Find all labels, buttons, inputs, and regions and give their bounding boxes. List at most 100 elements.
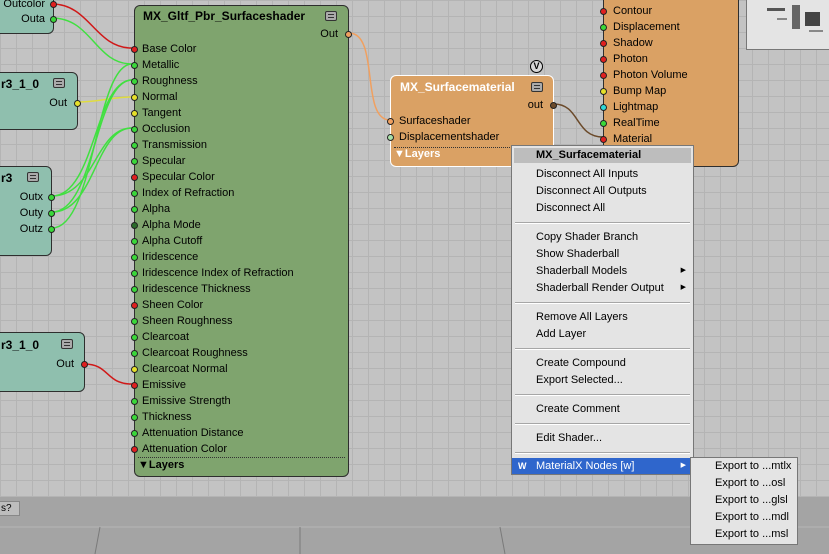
input-port-dot[interactable] bbox=[131, 174, 138, 181]
layers-toggle[interactable]: ▼Layers bbox=[138, 459, 184, 471]
menu-add-layer[interactable]: Add Layer bbox=[512, 326, 693, 342]
input-port-dot[interactable] bbox=[131, 62, 138, 69]
input-port-dot[interactable] bbox=[131, 142, 138, 149]
collapse-icon[interactable] bbox=[531, 82, 543, 92]
port-outcolor-dot[interactable] bbox=[50, 1, 57, 8]
input-port-dot[interactable] bbox=[600, 104, 607, 111]
collapse-icon[interactable] bbox=[325, 11, 337, 21]
visibility-badge-icon[interactable]: V bbox=[530, 60, 543, 73]
pbr-out-dot[interactable] bbox=[345, 31, 352, 38]
input-port-dot[interactable] bbox=[600, 72, 607, 79]
input-port-dot[interactable] bbox=[600, 24, 607, 31]
input-port-dot[interactable] bbox=[131, 222, 138, 229]
port-out-label: Out bbox=[49, 97, 67, 109]
menu-separator bbox=[515, 302, 690, 304]
port-outa-dot[interactable] bbox=[50, 16, 57, 23]
input-port-dot[interactable] bbox=[131, 302, 138, 309]
input-port-dot[interactable] bbox=[131, 206, 138, 213]
input-port-dot[interactable] bbox=[131, 350, 138, 357]
menu-materialx-nodes[interactable]: W MaterialX Nodes [w] ▶ bbox=[512, 458, 693, 474]
layers-toggle[interactable]: ▼Layers bbox=[394, 148, 440, 160]
menu-shaderball-models-label: Shaderball Models bbox=[536, 265, 628, 277]
node-editor-canvas[interactable]: Outcolor Outa r3_1_0 Out r3 Outx Outy Ou… bbox=[0, 0, 829, 497]
menu-shaderball-models[interactable]: Shaderball Models ▶ bbox=[512, 263, 693, 279]
input-port-dot[interactable] bbox=[600, 8, 607, 15]
port-outx-dot[interactable] bbox=[48, 194, 55, 201]
input-port-label: Specular bbox=[142, 155, 186, 167]
input-port-dot[interactable] bbox=[387, 134, 394, 141]
input-port-dot[interactable] bbox=[600, 88, 607, 95]
input-port-dot[interactable] bbox=[131, 238, 138, 245]
menu-copy-shader-branch[interactable]: Copy Shader Branch bbox=[512, 229, 693, 245]
input-port-label: Transmission bbox=[142, 139, 207, 151]
menu-create-comment[interactable]: Create Comment bbox=[512, 401, 693, 417]
input-port-label: Emissive bbox=[142, 379, 187, 391]
collapse-icon[interactable] bbox=[61, 339, 73, 349]
collapse-icon[interactable] bbox=[27, 172, 39, 182]
context-menu-header: MX_Surfacematerial bbox=[514, 148, 691, 163]
menu-disconnect-all-inputs[interactable]: Disconnect All Inputs bbox=[512, 166, 693, 182]
input-port-dot[interactable] bbox=[131, 78, 138, 85]
menu-export-selected[interactable]: Export Selected... bbox=[512, 372, 693, 388]
menu-edit-shader[interactable]: Edit Shader... bbox=[512, 430, 693, 446]
port-outcolor-label: Outcolor bbox=[3, 0, 45, 10]
port-out-dot[interactable] bbox=[74, 100, 81, 107]
menu-export-mtlx[interactable]: Export to ...mtlx bbox=[691, 458, 797, 475]
menu-export-msl[interactable]: Export to ...msl bbox=[691, 526, 797, 543]
node-left-top[interactable]: Outcolor Outa bbox=[0, 0, 57, 34]
menu-export-osl[interactable]: Export to ...osl bbox=[691, 475, 797, 492]
input-port-dot[interactable] bbox=[131, 430, 138, 437]
menu-export-mdl[interactable]: Export to ...mdl bbox=[691, 509, 797, 526]
input-port-dot[interactable] bbox=[131, 382, 138, 389]
input-port-label: Base Color bbox=[142, 43, 197, 55]
menu-materialx-nodes-label: MaterialX Nodes [w] bbox=[536, 460, 635, 472]
input-port-dot[interactable] bbox=[600, 40, 607, 47]
menu-shaderball-render-output[interactable]: Shaderball Render Output ▶ bbox=[512, 280, 693, 296]
input-port-dot[interactable] bbox=[131, 270, 138, 277]
input-port-dot[interactable] bbox=[600, 56, 607, 63]
input-port-dot[interactable] bbox=[131, 126, 138, 133]
port-out-dot[interactable] bbox=[81, 361, 88, 368]
input-port-dot[interactable] bbox=[131, 158, 138, 165]
port-outz-dot[interactable] bbox=[48, 226, 55, 233]
input-port-dot[interactable] bbox=[600, 120, 607, 127]
input-port-label: Clearcoat Roughness bbox=[142, 347, 248, 359]
menu-disconnect-all[interactable]: Disconnect All bbox=[512, 200, 693, 216]
menu-separator bbox=[515, 452, 690, 454]
menu-shaderball-render-output-label: Shaderball Render Output bbox=[536, 282, 664, 294]
port-outy-dot[interactable] bbox=[48, 210, 55, 217]
node-left-4[interactable]: r3_1_0 Out bbox=[0, 332, 88, 392]
graph-preview-panel[interactable] bbox=[746, 0, 829, 50]
menu-export-glsl[interactable]: Export to ...glsl bbox=[691, 492, 797, 509]
input-port-dot[interactable] bbox=[131, 334, 138, 341]
input-port-dot[interactable] bbox=[131, 446, 138, 453]
input-port-dot[interactable] bbox=[131, 398, 138, 405]
input-port-dot[interactable] bbox=[131, 318, 138, 325]
input-port-dot[interactable] bbox=[387, 118, 394, 125]
input-port-dot[interactable] bbox=[131, 110, 138, 117]
pbr-out-label: Out bbox=[320, 28, 338, 40]
input-port-dot[interactable] bbox=[131, 46, 138, 53]
menu-show-shaderball[interactable]: Show Shaderball bbox=[512, 246, 693, 262]
node-left-3[interactable]: r3 Outx Outy Outz bbox=[0, 166, 55, 256]
input-port-dot[interactable] bbox=[600, 136, 607, 143]
input-port-dot[interactable] bbox=[131, 254, 138, 261]
menu-disconnect-all-outputs[interactable]: Disconnect All Outputs bbox=[512, 183, 693, 199]
input-port-label: Index of Refraction bbox=[142, 187, 235, 199]
node-left-2[interactable]: r3_1_0 Out bbox=[0, 72, 81, 130]
input-port-label: RealTime bbox=[613, 117, 660, 129]
input-port-label: Iridescence Index of Refraction bbox=[142, 267, 294, 279]
help-tab[interactable]: s? bbox=[0, 501, 20, 516]
input-port-dot[interactable] bbox=[131, 94, 138, 101]
shading-engine-node[interactable]: Contour Displacement Shadow Photon Photon Vo… bbox=[600, 0, 739, 167]
surfacematerial-out-dot[interactable] bbox=[550, 102, 557, 109]
collapse-icon[interactable] bbox=[53, 78, 65, 88]
menu-remove-all-layers[interactable]: Remove All Layers bbox=[512, 309, 693, 325]
port-outx-label: Outx bbox=[19, 191, 43, 203]
input-port-dot[interactable] bbox=[131, 190, 138, 197]
input-port-dot[interactable] bbox=[131, 414, 138, 421]
input-port-dot[interactable] bbox=[131, 286, 138, 293]
input-port-dot[interactable] bbox=[131, 366, 138, 373]
pbr-shader-node[interactable]: MX_Gltf_Pbr_Surfaceshader Out Base Color… bbox=[131, 5, 352, 477]
menu-create-compound[interactable]: Create Compound bbox=[512, 355, 693, 371]
